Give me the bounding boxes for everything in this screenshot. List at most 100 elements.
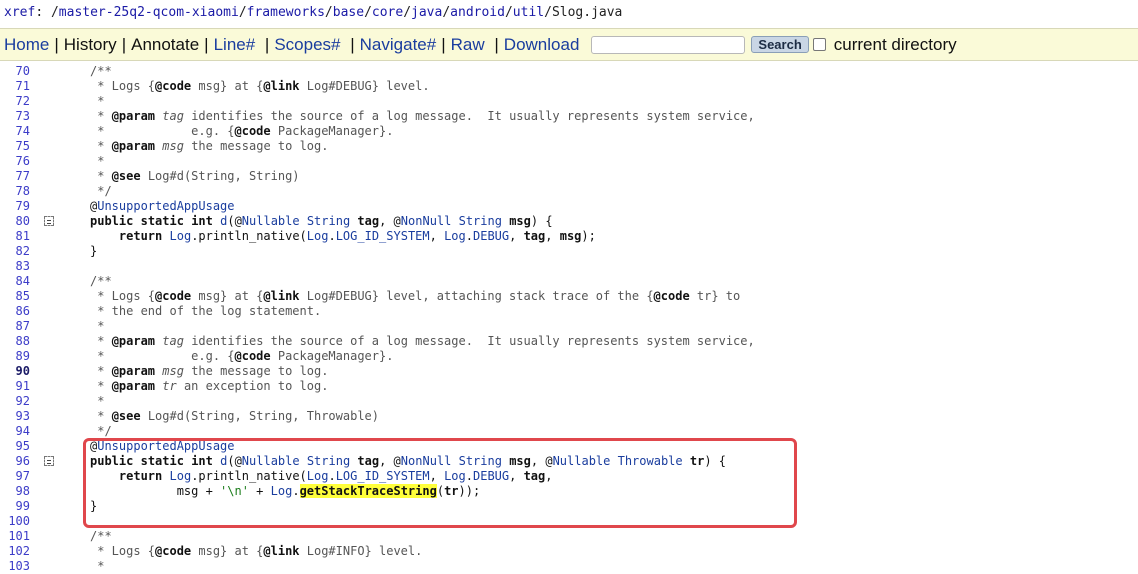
line-number[interactable]: 96 [0,454,30,469]
code-line: 82} [0,244,1138,259]
code-line: 78 */ [0,184,1138,199]
line-number[interactable]: 101 [0,529,30,544]
code-line: 76 * [0,154,1138,169]
line-number[interactable]: 89 [0,349,30,364]
code-line: 93 * @see Log#d(String, String, Throwabl… [0,409,1138,424]
line-number[interactable]: 80 [0,214,30,229]
code-line: 91 * @param tr an exception to log. [0,379,1138,394]
line-number[interactable]: 99 [0,499,30,514]
code-text: * @see Log#d(String, String, Throwable) [90,409,380,423]
code-text: * e.g. {@code PackageManager}. [90,349,394,363]
line-number[interactable]: 78 [0,184,30,199]
line-number[interactable]: 83 [0,259,30,274]
line-number[interactable]: 98 [0,484,30,499]
code-text: * Logs {@code msg} at {@link Log#DEBUG} … [90,79,430,93]
line-number[interactable]: 75 [0,139,30,154]
breadcrumb-segment[interactable]: util [513,5,544,20]
code-line: 77 * @see Log#d(String, String) [0,169,1138,184]
separator: | [489,34,499,54]
code-text: * [90,559,105,573]
breadcrumb-segment[interactable]: base [333,5,364,20]
line-number[interactable]: 103 [0,559,30,574]
nav-annotate-link[interactable]: Annotate [127,35,203,55]
code-line: 101 /** [0,529,1138,544]
line-number[interactable]: 90 [0,364,30,379]
line-number[interactable]: 84 [0,274,30,289]
line-number[interactable]: 73 [0,109,30,124]
code-text: * the end of the log statement. [90,304,322,318]
line-number[interactable]: 76 [0,154,30,169]
breadcrumb-separator: : / [35,5,59,20]
line-number[interactable]: 100 [0,514,30,529]
line-number[interactable]: 85 [0,289,30,304]
code-text: * [90,394,105,408]
breadcrumb-segment[interactable]: java [411,5,442,20]
code-line: 103 * [0,559,1138,574]
nav-home-link[interactable]: Home [0,35,53,55]
breadcrumb-segment[interactable]: frameworks [247,5,325,20]
annotation-highlight-box [83,438,797,528]
line-number[interactable]: 86 [0,304,30,319]
code-line: 90 * @param msg the message to log. [0,364,1138,379]
line-number[interactable]: 81 [0,229,30,244]
line-number[interactable]: 93 [0,409,30,424]
breadcrumb-separator: / [504,5,513,20]
code-line: 83 [0,259,1138,274]
code-text: /** [90,529,112,543]
code-line: 80 public static int d(@Nullable String t… [0,214,1138,229]
line-number[interactable]: 95 [0,439,30,454]
code-line: 70 /** [0,64,1138,79]
code-line: 71 * Logs {@code msg} at {@link Log#DEBU… [0,79,1138,94]
line-number[interactable]: 94 [0,424,30,439]
nav-download-link[interactable]: Download [500,35,584,55]
code-text: * [90,94,105,108]
code-line: 88 * @param tag identifies the source of… [0,334,1138,349]
code-text: * @param tr an exception to log. [90,379,329,393]
code-text: public static int d(@Nullable String tag… [90,214,553,228]
breadcrumb-segment[interactable]: core [372,5,403,20]
breadcrumb-separator: / [238,5,247,20]
nav-history-link[interactable]: History [60,35,121,55]
nav-raw-link[interactable]: Raw [447,35,489,55]
search-input[interactable] [591,35,746,54]
code-text: * @param msg the message to log. [90,364,329,378]
code-text: /** [90,64,112,78]
line-number[interactable]: 88 [0,334,30,349]
line-number[interactable]: 79 [0,199,30,214]
line-number[interactable]: 74 [0,124,30,139]
line-number[interactable]: 70 [0,64,30,79]
code-text: return Log.println_native(Log.LOG_ID_SYS… [118,229,596,243]
breadcrumb-segment[interactable]: master-25q2-qcom-xiaomi [59,5,239,20]
nav-scopes-link[interactable]: Scopes# [270,35,344,55]
line-number[interactable]: 97 [0,469,30,484]
current-directory-label: current directory [833,34,957,54]
breadcrumb-current-file: Slog.java [551,5,623,20]
line-number[interactable]: 102 [0,544,30,559]
nav-navigate-link[interactable]: Navigate# [356,35,441,55]
search-button[interactable]: Search [751,36,809,53]
line-number[interactable]: 87 [0,319,30,334]
code-line: 74 * e.g. {@code PackageManager}. [0,124,1138,139]
breadcrumb-separator: / [403,5,412,20]
code-text: * @see Log#d(String, String) [90,169,300,183]
fold-toggle-icon[interactable] [44,216,54,226]
breadcrumb-segment[interactable]: android [450,5,505,20]
line-number[interactable]: 71 [0,79,30,94]
line-number[interactable]: 72 [0,94,30,109]
code-line: 79 @UnsupportedAppUsage [0,199,1138,214]
fold-toggle-icon[interactable] [44,456,54,466]
line-number[interactable]: 92 [0,394,30,409]
code-text: /** [90,274,112,288]
code-line: 84 /** [0,274,1138,289]
current-directory-checkbox[interactable] [812,38,826,51]
xref-link[interactable]: xref [4,5,35,20]
code-text: */ [90,184,112,198]
nav-line-link[interactable]: Line# [210,35,260,55]
line-number[interactable]: 77 [0,169,30,184]
code-text: } [90,244,98,258]
code-line: 75 * @param msg the message to log. [0,139,1138,154]
code-line: 73 * @param tag identifies the source of… [0,109,1138,124]
line-number[interactable]: 91 [0,379,30,394]
separator: | [260,34,270,54]
line-number[interactable]: 82 [0,244,30,259]
